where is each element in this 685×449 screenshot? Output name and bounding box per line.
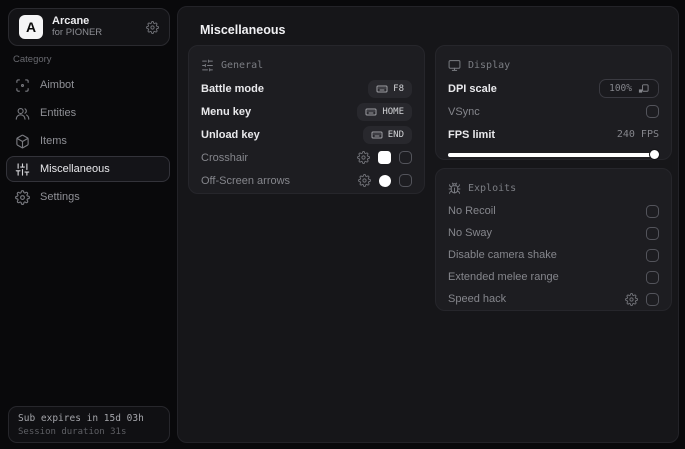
no-recoil-row: No Recoil	[448, 200, 659, 222]
setting-label: Battle mode	[201, 82, 264, 95]
offscreen-arrows-checkbox[interactable]	[399, 174, 412, 187]
sidebar-item-settings[interactable]: Settings	[6, 184, 170, 210]
keybind-value: HOME	[382, 106, 404, 117]
offscreen-arrows-row: Off-Screen arrows	[201, 169, 412, 192]
display-card-header: Display	[448, 56, 659, 74]
offscreen-arrows-controls	[358, 174, 412, 187]
speed-hack-row: Speed hack	[448, 288, 659, 310]
setting-label: Speed hack	[448, 293, 507, 305]
users-icon	[15, 106, 30, 121]
fps-limit-value: 240 FPS	[616, 129, 659, 140]
gear-icon	[15, 189, 30, 205]
gear-icon[interactable]	[357, 151, 370, 164]
box-icon	[15, 134, 30, 149]
setting-label: VSync	[448, 105, 480, 118]
setting-label: FPS limit	[448, 128, 496, 141]
no-sway-row: No Sway	[448, 222, 659, 244]
fps-limit-slider[interactable]	[448, 150, 659, 159]
exploits-card: Exploits No Recoil No Sway Disable camer…	[435, 168, 672, 311]
session-duration-text: Session duration 31s	[18, 427, 127, 437]
exploits-card-header: Exploits	[448, 179, 659, 197]
sidebar-nav: Aimbot Entities Items Miscellaneous Sett…	[6, 72, 170, 210]
sub-expires-text: Sub expires in 15d 03h	[18, 413, 144, 424]
sidebar-item-label: Miscellaneous	[40, 163, 110, 175]
dpi-scale-value: 100%	[609, 83, 632, 94]
battle-mode-keybind-button[interactable]: F8	[368, 79, 412, 98]
keybind-value: F8	[393, 83, 404, 94]
crosshair-checkbox[interactable]	[399, 151, 412, 164]
vsync-checkbox[interactable]	[646, 105, 659, 118]
app-subtitle: for PIONER	[52, 27, 103, 39]
setting-label: Extended melee range	[448, 271, 559, 283]
setting-label: No Sway	[448, 227, 493, 239]
sidebar-item-miscellaneous[interactable]: Miscellaneous	[6, 156, 170, 182]
keyboard-icon	[376, 83, 388, 95]
crosshair-color-swatch[interactable]	[378, 151, 391, 164]
menu-key-row: Menu key HOME	[201, 100, 412, 123]
bug-icon	[448, 182, 461, 195]
general-card-header: General	[201, 56, 412, 74]
extended-melee-range-row: Extended melee range	[448, 266, 659, 288]
battle-mode-row: Battle mode F8	[201, 77, 412, 100]
scan-icon	[15, 78, 30, 93]
vsync-row: VSync	[448, 100, 659, 123]
display-card: Display DPI scale 100% VSync FPS limit 2…	[435, 45, 672, 160]
sidebar-item-items[interactable]: Items	[6, 128, 170, 154]
sidebar-item-label: Settings	[40, 191, 80, 203]
gear-icon[interactable]	[625, 292, 638, 306]
section-title: Display	[468, 59, 511, 71]
menu-key-keybind-button[interactable]: HOME	[357, 102, 412, 121]
logo-text: Arcane for PIONER	[52, 15, 137, 40]
keybind-value: END	[387, 129, 404, 140]
sidebar-item-aimbot[interactable]: Aimbot	[6, 72, 170, 98]
monitor-icon	[448, 59, 461, 72]
slider-track[interactable]	[448, 152, 659, 157]
offscreen-arrows-color-swatch[interactable]	[379, 174, 391, 187]
no-sway-checkbox[interactable]	[646, 226, 659, 240]
dpi-scale-row: DPI scale 100%	[448, 77, 659, 100]
unload-key-keybind-button[interactable]: END	[362, 125, 412, 144]
disable-camera-shake-checkbox[interactable]	[646, 248, 659, 262]
subscription-card: Sub expires in 15d 03h Session duration …	[8, 406, 170, 443]
logo-card: A Arcane for PIONER	[8, 8, 170, 46]
gear-icon[interactable]	[146, 20, 159, 34]
setting-label: DPI scale	[448, 82, 497, 95]
general-card: General Battle mode F8 Menu key HOME Unl…	[188, 45, 425, 194]
crosshair-row: Crosshair	[201, 146, 412, 169]
sliders-horizontal-icon	[201, 59, 214, 72]
page-title: Miscellaneous	[200, 23, 286, 37]
category-label: Category	[13, 54, 52, 65]
speed-hack-controls	[625, 292, 659, 306]
gear-icon[interactable]	[358, 174, 371, 187]
main-panel: Miscellaneous General Battle mode F8 Men…	[177, 6, 679, 443]
crosshair-controls	[357, 151, 412, 164]
disable-camera-shake-row: Disable camera shake	[448, 244, 659, 266]
app-name: Arcane	[52, 14, 90, 27]
setting-label: Off-Screen arrows	[201, 174, 291, 187]
setting-label: Crosshair	[201, 151, 249, 164]
section-title: Exploits	[468, 182, 517, 194]
scale-icon	[638, 83, 649, 94]
section-title: General	[221, 59, 264, 71]
sidebar-item-label: Aimbot	[40, 79, 75, 91]
setting-label: Unload key	[201, 128, 260, 141]
sidebar-item-label: Items	[40, 135, 67, 147]
setting-label: No Recoil	[448, 205, 496, 217]
sliders-vertical-icon	[15, 162, 30, 177]
slider-knob[interactable]	[650, 150, 659, 159]
keyboard-icon	[371, 129, 383, 141]
dpi-scale-select[interactable]: 100%	[599, 79, 659, 98]
sidebar-item-label: Entities	[40, 107, 77, 119]
no-recoil-checkbox[interactable]	[646, 204, 659, 218]
keyboard-icon	[365, 106, 377, 118]
sidebar-item-entities[interactable]: Entities	[6, 100, 170, 126]
speed-hack-checkbox[interactable]	[646, 292, 659, 306]
setting-label: Disable camera shake	[448, 249, 557, 261]
setting-label: Menu key	[201, 105, 252, 118]
app-logo: A	[19, 15, 43, 39]
fps-limit-row: FPS limit 240 FPS	[448, 123, 659, 146]
sidebar: A Arcane for PIONER Category Aimbot Enti…	[0, 0, 176, 449]
unload-key-row: Unload key END	[201, 123, 412, 146]
extended-melee-range-checkbox[interactable]	[646, 270, 659, 284]
